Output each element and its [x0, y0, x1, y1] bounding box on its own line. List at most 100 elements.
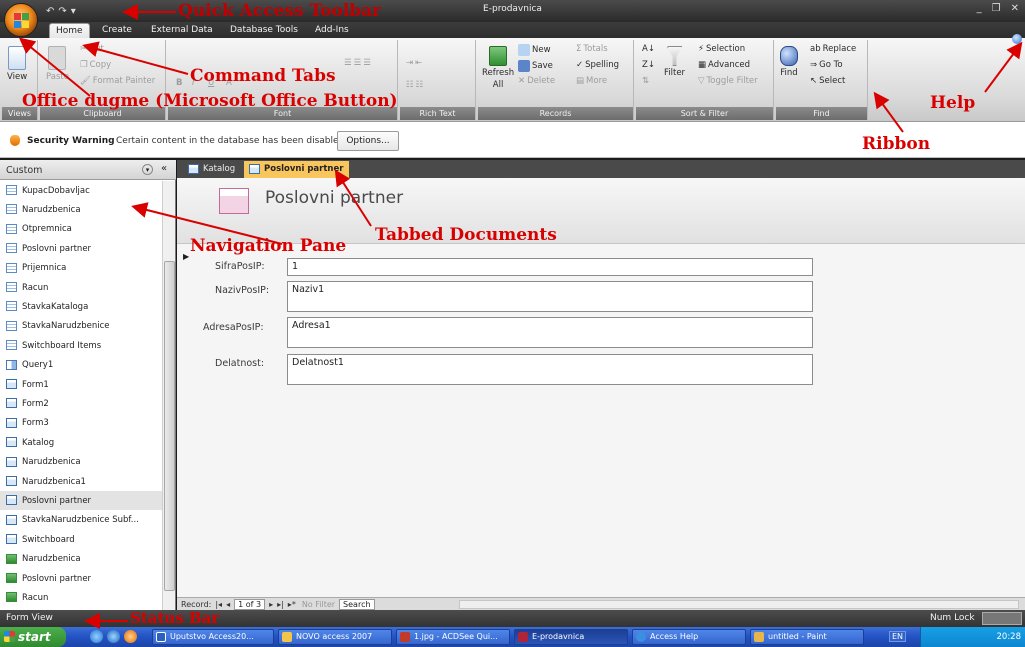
field-input-naziv[interactable]: Naziv1 [287, 281, 813, 312]
last-record-icon[interactable]: ▸| [277, 600, 284, 609]
toggle-filter-label: Toggle Filter [706, 76, 758, 86]
sort-ascending-button[interactable]: A↓ [642, 44, 655, 54]
taskbar-item[interactable]: E-prodavnica [514, 629, 628, 645]
form-horizontal-scrollbar[interactable] [459, 600, 1019, 609]
delete-record-button[interactable]: ✕ Delete [518, 76, 555, 86]
toggle-filter-button[interactable]: ▽ Toggle Filter [698, 76, 758, 86]
tab-database-tools[interactable]: Database Tools [224, 23, 304, 38]
more-button[interactable]: ▤ More [576, 76, 607, 86]
minimize-button[interactable]: _ [977, 3, 982, 14]
indent-buttons[interactable]: ⇥ ⇤ [406, 58, 422, 68]
view-switcher[interactable] [982, 612, 1022, 625]
nav-scroll-thumb[interactable] [164, 261, 175, 591]
tab-create[interactable]: Create [96, 23, 138, 38]
nav-item[interactable]: Racun [0, 278, 162, 297]
format-painter-button[interactable]: 🖌 Format Painter [80, 76, 155, 86]
list-buttons[interactable]: ☷ ☷ [406, 80, 423, 90]
nav-item[interactable]: Narudzbenica [0, 550, 162, 569]
nav-item[interactable]: Form1 [0, 375, 162, 394]
font-bold-button[interactable]: B [176, 78, 182, 88]
new-record-button[interactable]: New [518, 44, 551, 56]
nav-item[interactable]: StavkaKataloga [0, 297, 162, 316]
nav-item[interactable]: StavkaNarudzbenice [0, 317, 162, 336]
taskbar-item[interactable]: NOVO access 2007 [278, 629, 392, 645]
indent-icon: ⇥ [406, 58, 414, 68]
nav-item[interactable]: Narudzbenica [0, 453, 162, 472]
chevron-down-icon[interactable]: ▾ [142, 164, 153, 175]
record-position-input[interactable]: 1 of 3 [234, 598, 266, 610]
tab-add-ins[interactable]: Add-Ins [309, 23, 355, 38]
form-body: ▶ SifraPosIP: 1 NazivPosIP: Naziv1 Adres… [177, 244, 1025, 597]
advanced-button[interactable]: ▦ Advanced [698, 60, 750, 70]
next-record-icon[interactable]: ▸ [269, 600, 273, 609]
system-tray: EN 20:28 [889, 627, 1025, 647]
nav-pane-header[interactable]: Custom ▾ « [0, 160, 176, 180]
restore-button[interactable]: ❐ [992, 3, 1001, 14]
find-button[interactable]: Find [780, 46, 798, 78]
close-button[interactable]: ✕ [1011, 3, 1019, 14]
clear-sort-button[interactable]: ⇅ [642, 76, 649, 86]
taskbar-item[interactable]: 1.jpg - ACDSee Qui... [396, 629, 510, 645]
help-icon[interactable] [1012, 34, 1022, 44]
doc-tab-katalog[interactable]: Katalog [183, 161, 241, 178]
selection-button[interactable]: ⚡ Selection [698, 44, 745, 54]
sort-descending-button[interactable]: Z↓ [642, 60, 655, 70]
first-record-icon[interactable]: |◂ [215, 600, 222, 609]
field-input-delatnost[interactable]: Delatnost1 [287, 354, 813, 385]
nav-item[interactable]: StavkaNarudzbenice Subf... [0, 511, 162, 530]
nav-item[interactable]: Otpremnica [0, 220, 162, 239]
select-button[interactable]: ↖ Select [810, 76, 845, 86]
taskbar-item[interactable]: Access Help [632, 629, 746, 645]
previous-record-icon[interactable]: ◂ [226, 600, 230, 609]
nav-item[interactable]: Narudzbenica [0, 200, 162, 219]
spelling-button[interactable]: ✓ Spelling [576, 60, 619, 70]
doc-tab-poslovni-partner[interactable]: Poslovni partner [244, 161, 350, 178]
refresh-all-button[interactable]: Refresh All [482, 46, 514, 90]
copy-button[interactable]: ❐ Copy [80, 60, 111, 70]
nav-item[interactable]: Poslovni partner [0, 569, 162, 588]
nav-item[interactable]: Form2 [0, 394, 162, 413]
nav-item[interactable]: Prijemnica [0, 259, 162, 278]
no-filter-indicator[interactable]: No Filter [302, 600, 335, 609]
nav-item[interactable]: Query1 [0, 356, 162, 375]
replace-button[interactable]: ab Replace [810, 44, 856, 54]
browser-icon[interactable] [107, 630, 120, 643]
record-search-input[interactable]: Search [339, 598, 375, 610]
show-desktop-icon[interactable] [90, 630, 103, 643]
nav-item[interactable]: Form3 [0, 414, 162, 433]
media-icon[interactable] [124, 630, 137, 643]
goto-button[interactable]: ⇒ Go To [810, 60, 843, 70]
nav-item[interactable]: Switchboard Items [0, 336, 162, 355]
collapse-icon[interactable]: « [161, 163, 167, 174]
filter-button[interactable]: Filter [664, 46, 685, 78]
security-options-button[interactable]: Options... [337, 131, 399, 151]
taskbar-item[interactable]: untitled - Paint [750, 629, 864, 645]
tab-home[interactable]: Home [49, 23, 90, 38]
record-selector-icon[interactable]: ▶ [183, 252, 189, 261]
taskbar-item[interactable]: Uputstvo Access20... [152, 629, 274, 645]
security-warning-title: Security Warning [27, 136, 115, 146]
nav-item[interactable]: Poslovni partner [0, 491, 162, 511]
paste-button[interactable]: Paste [46, 46, 69, 82]
nav-item[interactable]: Switchboard [0, 530, 162, 549]
nav-item[interactable]: Racun [0, 588, 162, 607]
save-record-button[interactable]: Save [518, 60, 553, 72]
nav-item[interactable]: Katalog [0, 433, 162, 452]
view-button[interactable]: View [7, 46, 27, 82]
office-button[interactable] [4, 3, 38, 37]
nav-pane-scrollbar[interactable] [162, 181, 175, 610]
ribbon-group-label: Sort & Filter [636, 107, 773, 120]
field-input-sifra[interactable]: 1 [287, 258, 813, 276]
align-buttons[interactable]: ☰ ☰ ☰ [344, 58, 371, 68]
totals-button[interactable]: Σ Totals [576, 44, 608, 54]
nav-item[interactable]: Narudzbenica1 [0, 472, 162, 491]
callout-status-bar: Status Bar [130, 609, 220, 627]
cut-button[interactable]: ✂ Cut [80, 44, 104, 54]
field-input-adresa[interactable]: Adresa1 [287, 317, 813, 348]
language-indicator[interactable]: EN [889, 631, 907, 642]
tab-external-data[interactable]: External Data [145, 23, 219, 38]
new-record-nav-icon[interactable]: ▸* [288, 600, 296, 609]
start-button[interactable]: start [0, 627, 66, 647]
nav-item[interactable]: KupacDobavljac [0, 181, 162, 200]
nav-item[interactable]: Poslovni partner [0, 239, 162, 258]
